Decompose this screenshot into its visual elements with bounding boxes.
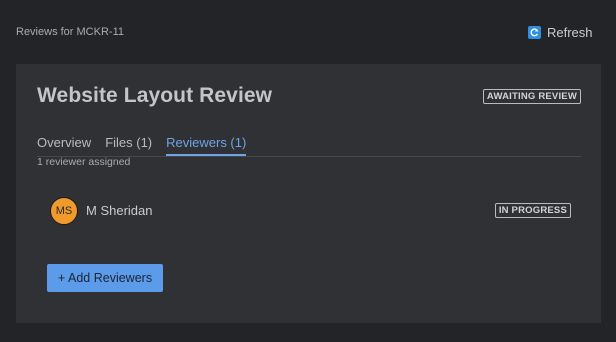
review-panel: Website Layout Review AWAITING REVIEW Ov… (16, 64, 601, 323)
reviewer-row: MS M Sheridan IN PROGRESS (50, 197, 571, 225)
reviews-context-label: Reviews for MCKR-11 (16, 26, 124, 38)
review-tabs: Overview Files (1) Reviewers (1) (37, 135, 581, 157)
add-reviewers-button[interactable]: + Add Reviewers (47, 264, 163, 292)
reviewers-summary: 1 reviewer assigned (37, 156, 131, 168)
review-title: Website Layout Review (37, 84, 273, 107)
refresh-icon (528, 26, 541, 39)
tab-overview[interactable]: Overview (37, 135, 91, 155)
refresh-label: Refresh (547, 25, 593, 40)
tab-files[interactable]: Files (1) (105, 135, 152, 155)
reviews-page: Reviews for MCKR-11 Refresh Website Layo… (0, 0, 616, 342)
reviewer-name: M Sheridan (86, 203, 153, 218)
tab-reviewers[interactable]: Reviewers (1) (166, 135, 247, 156)
review-status-badge: AWAITING REVIEW (482, 89, 581, 104)
reviewer-status-badge: IN PROGRESS (494, 203, 571, 218)
refresh-button[interactable]: Refresh (528, 25, 593, 40)
avatar: MS (50, 197, 78, 225)
